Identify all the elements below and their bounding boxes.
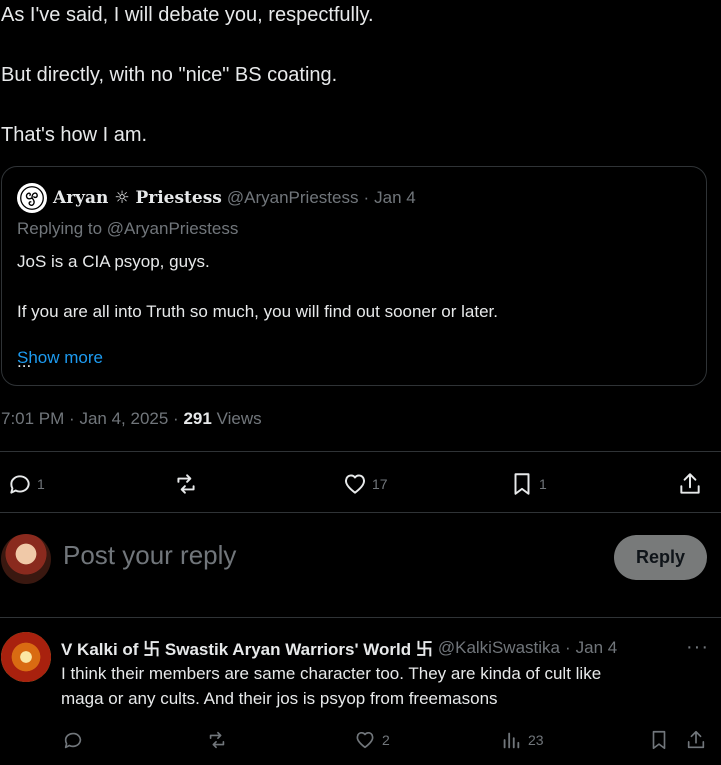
more-options-button[interactable]: ··· [686,636,709,659]
comment-reply-action[interactable] [62,727,90,753]
comment-views-action[interactable]: 23 [500,727,544,753]
heart-icon [356,732,374,749]
views-count: 291 [183,409,212,428]
quoted-post-date[interactable]: Jan 4 [374,188,416,208]
views-label: Views [216,409,262,428]
comment-like-action[interactable]: 2 [354,727,390,753]
comment-body: I think their members are same character… [61,661,701,711]
post-paragraph: As I've said, I will debate you, respect… [1,4,374,26]
bookmark-count: 1 [539,476,547,492]
repost-icon [177,474,195,494]
comment-author-name[interactable]: V Kalki of 卐 Swastik Aryan Warriors' Wor… [61,635,433,660]
comment-views-count: 23 [528,732,544,748]
comment-bookmark-action[interactable] [648,727,670,753]
reply-button[interactable]: Reply [614,535,707,580]
quoted-post[interactable]: Aryan ☼ Priestess @AryanPriestess · Jan … [1,166,707,386]
comment-line: I think their members are same character… [61,664,602,683]
reply-input[interactable]: Post your reply [63,540,236,571]
comment-author-avatar[interactable] [1,632,51,682]
share-icon [687,730,705,749]
separator-dot: · [363,188,370,207]
divider [0,451,721,452]
post-paragraph: That's how I am. [1,124,148,146]
separator-dot: · [69,409,75,428]
like-count: 17 [372,476,388,492]
quoted-author-name[interactable]: Aryan ☼ Priestess [53,188,222,208]
repost-icon [209,731,225,749]
share-action[interactable] [677,469,703,499]
show-more-link[interactable]: Show more [17,348,103,368]
comment-date[interactable]: Jan 4 [576,638,618,658]
quoted-paragraph: If you are all into Truth so much, you w… [17,302,498,321]
quoted-paragraph: JoS is a CIA psyop, guys. [17,252,210,271]
comment-like-count: 2 [382,732,390,748]
bookmark-icon [652,730,666,750]
quoted-author-avatar[interactable] [17,183,47,213]
triskelion-icon [20,186,44,210]
post-paragraph: But directly, with no "nice" BS coating. [1,64,338,86]
reply-action[interactable]: 1 [7,469,45,499]
quoted-post-body: JoS is a CIA psyop, guys. If you are all… [17,249,697,374]
comment-author-handle[interactable]: @KalkiSwastika [438,638,560,658]
separator-dot: · [564,637,571,657]
post-body: As I've said, I will debate you, respect… [1,0,701,150]
reply-count: 1 [37,476,45,492]
quoted-post-header: Aryan ☼ Priestess @AryanPriestess · Jan … [17,183,416,213]
comment-share-action[interactable] [685,727,707,753]
reply-icon [10,475,30,494]
comment-header: V Kalki of 卐 Swastik Aryan Warriors' Wor… [61,635,617,660]
divider [0,512,721,513]
divider [0,617,721,618]
like-action[interactable]: 17 [342,469,388,499]
share-icon [680,473,700,494]
bookmark-action[interactable]: 1 [509,469,547,499]
heart-icon [345,474,365,494]
views-chart-icon [503,732,520,749]
quoted-ellipsis: ... [17,352,32,371]
replying-to-label: Replying to @AryanPriestess [17,219,239,238]
avatar[interactable] [1,534,51,584]
comment-line: maga or any cults. And their jos is psyo… [61,689,498,708]
repost-action[interactable] [173,469,203,499]
bookmark-icon [514,473,530,495]
post-meta: 7:01 PM · Jan 4, 2025 · 291 Views [1,409,262,429]
quoted-author-handle[interactable]: @AryanPriestess [227,188,359,208]
post-time[interactable]: 7:01 PM [1,409,64,428]
comment-repost-action[interactable] [206,727,234,753]
separator-dot: · [173,409,179,428]
reply-icon [64,732,82,749]
post-date[interactable]: Jan 4, 2025 [79,409,168,428]
